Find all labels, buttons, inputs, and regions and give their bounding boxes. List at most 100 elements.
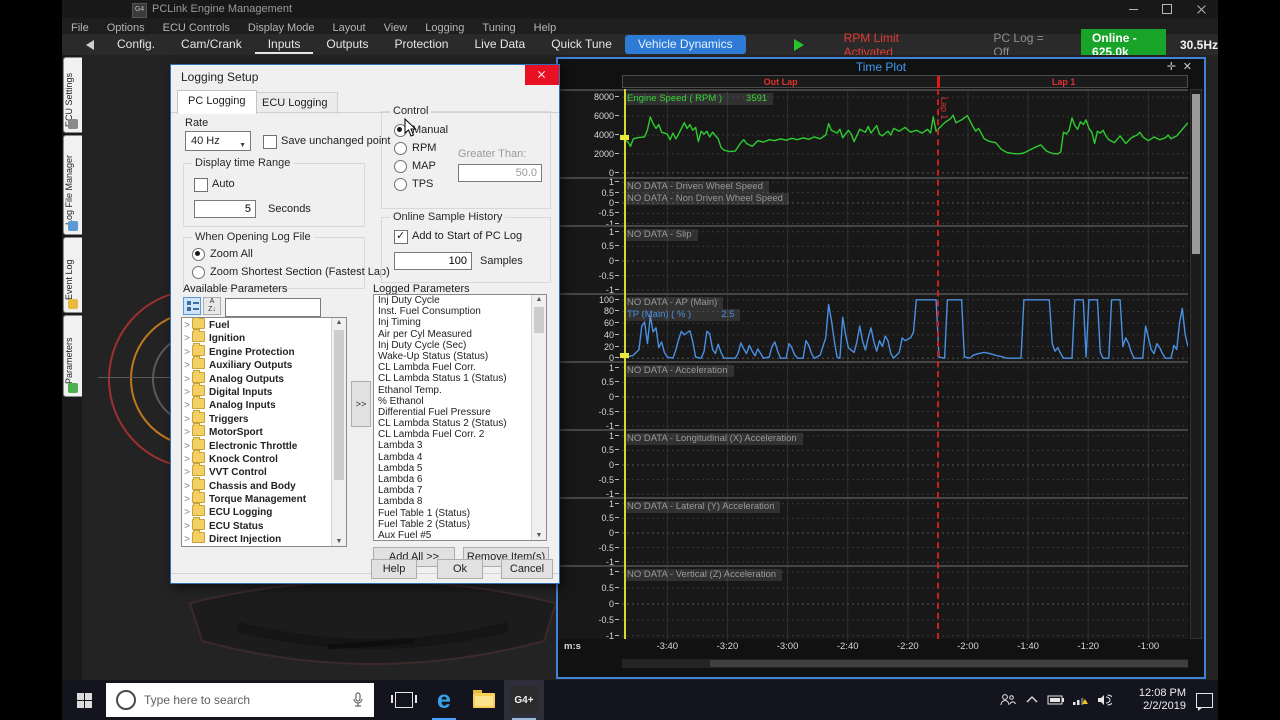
expand-arrow-icon[interactable]: > [182, 520, 192, 533]
expand-arrow-icon[interactable]: > [182, 453, 192, 466]
logged-item-lambda-4[interactable]: Lambda 4 [374, 452, 546, 463]
scroll-up-icon[interactable]: ▲ [332, 319, 346, 326]
logged-item-cl-lambda-status-2-status[interactable]: CL Lambda Status 2 (Status) [374, 418, 546, 429]
control-tps-radio[interactable] [394, 178, 407, 191]
pclink-g4-button[interactable]: G4+ [504, 680, 544, 720]
tree-item-vvt-control[interactable]: >VVT Control [182, 465, 346, 478]
play-icon[interactable] [794, 39, 804, 51]
expand-arrow-icon[interactable]: > [182, 399, 192, 412]
logged-item-aux-fuel-5[interactable]: Aux Fuel #5 [374, 530, 546, 541]
expand-arrow-icon[interactable]: > [182, 466, 192, 479]
tab-live-data[interactable]: Live Data [461, 35, 538, 54]
tree-item-engine-protection[interactable]: >Engine Protection [182, 345, 346, 358]
tree-item-auxiliary-outputs[interactable]: >Auxiliary Outputs [182, 358, 346, 371]
tree-scrollbar[interactable]: ▲ ▼ [331, 318, 346, 546]
logged-item-wake-up-status-status[interactable]: Wake-Up Status (Status) [374, 351, 546, 362]
available-parameters-tree[interactable]: >Fuel>Ignition>Engine Protection>Auxilia… [181, 317, 347, 547]
minimize-button[interactable] [1116, 0, 1150, 18]
zoom-all-radio[interactable] [192, 248, 205, 261]
tree-item-ecu-logging[interactable]: >ECU Logging [182, 505, 346, 518]
file-explorer-button[interactable] [464, 680, 504, 720]
zoom-shortest-radio[interactable] [192, 266, 205, 279]
tree-item-analog-outputs[interactable]: >Analog Outputs [182, 372, 346, 385]
sidebar-tab-log-file-manager[interactable]: Log File Manager [63, 135, 83, 235]
tab-ecu-logging[interactable]: ECU Logging [251, 92, 338, 114]
expand-arrow-icon[interactable]: > [182, 319, 192, 332]
tree-item-electronic-throttle[interactable]: >Electronic Throttle [182, 439, 346, 452]
task-view-button[interactable] [384, 680, 424, 720]
save-unchanged-checkbox[interactable] [263, 135, 277, 149]
logged-item-ethanol[interactable]: % Ethanol [374, 396, 546, 407]
logged-item-ethanol-temp[interactable]: Ethanol Temp. [374, 385, 546, 396]
expand-arrow-icon[interactable]: > [182, 373, 192, 386]
expand-arrow-icon[interactable]: > [182, 413, 192, 426]
logged-item-fuel-table-1-status[interactable]: Fuel Table 1 (Status) [374, 508, 546, 519]
tree-item-ecu-status[interactable]: >ECU Status [182, 519, 346, 532]
expand-arrow-icon[interactable]: > [182, 359, 192, 372]
battery-button[interactable] [1044, 680, 1068, 720]
tree-item-chassis-and-body[interactable]: >Chassis and Body [182, 479, 346, 492]
logged-parameters-list[interactable]: Inj Duty CycleInst. Fuel ConsumptionInj … [373, 294, 547, 541]
logged-item-cl-lambda-fuel-corr-2[interactable]: CL Lambda Fuel Corr. 2 [374, 429, 546, 440]
tree-item-analog-inputs[interactable]: >Analog Inputs [182, 398, 346, 411]
greater-than-input[interactable] [458, 164, 542, 182]
logged-item-lambda-8[interactable]: Lambda 8 [374, 496, 546, 507]
horizontal-scrollbar-thumb[interactable] [710, 660, 1188, 667]
network-button[interactable] [1068, 680, 1092, 720]
logged-item-cl-lambda-status-1-status[interactable]: CL Lambda Status 1 (Status) [374, 373, 546, 384]
expand-arrow-icon[interactable]: > [182, 493, 192, 506]
sidebar-tab-ecu-settings[interactable]: ECU Settings [63, 57, 83, 133]
move-panel-icon[interactable]: ✛ [1167, 60, 1176, 73]
expand-arrow-icon[interactable]: > [182, 426, 192, 439]
expand-arrow-icon[interactable]: > [182, 533, 192, 546]
rate-dropdown[interactable]: 40 Hz▼ [185, 131, 251, 151]
sidebar-tab-event-log[interactable]: Event Log [63, 237, 83, 313]
tab-vehicle-dynamics[interactable]: Vehicle Dynamics [625, 35, 746, 54]
move-selected-button[interactable]: >> [351, 381, 371, 427]
ok-button[interactable]: Ok [437, 559, 483, 579]
expand-arrow-icon[interactable]: > [182, 386, 192, 399]
tree-item-digital-inputs[interactable]: >Digital Inputs [182, 385, 346, 398]
dialog-close-button[interactable] [525, 65, 559, 85]
help-button[interactable]: Help [371, 559, 417, 579]
logged-item-fuel-table-2-status[interactable]: Fuel Table 2 (Status) [374, 519, 546, 530]
logged-item-lambda-7[interactable]: Lambda 7 [374, 485, 546, 496]
logged-item-lambda-5[interactable]: Lambda 5 [374, 463, 546, 474]
volume-button[interactable] [1092, 680, 1116, 720]
scroll-down-icon[interactable]: ▼ [332, 538, 346, 545]
control-rpm-radio[interactable] [394, 142, 407, 155]
tab-outputs[interactable]: Outputs [313, 35, 381, 54]
restore-button[interactable] [1150, 0, 1184, 18]
parameter-search-input[interactable] [225, 298, 321, 317]
taskbar-search[interactable]: Type here to search [106, 683, 374, 717]
tree-item-knock-control[interactable]: >Knock Control [182, 452, 346, 465]
logged-item-lambda-6[interactable]: Lambda 6 [374, 474, 546, 485]
horizontal-scrollbar[interactable] [622, 659, 1188, 668]
vertical-scrollbar[interactable] [1190, 89, 1202, 639]
tab-cam-crank[interactable]: Cam/Crank [168, 35, 255, 54]
logged-item-inst-fuel-consumption[interactable]: Inst. Fuel Consumption [374, 306, 546, 317]
tree-item-fuel[interactable]: >Fuel [182, 318, 346, 331]
tab-pc-logging[interactable]: PC Logging [177, 90, 257, 114]
tab-protection[interactable]: Protection [381, 35, 461, 54]
people-button[interactable] [996, 680, 1020, 720]
category-view-button[interactable] [183, 297, 201, 315]
close-button[interactable] [1184, 0, 1218, 18]
start-button[interactable] [62, 680, 106, 720]
clock[interactable]: 12:08 PM 2/2/2019 [1124, 687, 1186, 713]
sidebar-tab-parameters[interactable]: Parameters [63, 315, 83, 397]
logged-item-inj-duty-cycle[interactable]: Inj Duty Cycle [374, 295, 546, 306]
logged-item-inj-timing[interactable]: Inj Timing [374, 317, 546, 328]
tree-item-torque-management[interactable]: >Torque Management [182, 492, 346, 505]
logged-scrollbar[interactable]: ▲ ▼ [531, 295, 546, 540]
close-panel-icon[interactable]: ✕ [1183, 60, 1192, 73]
expand-arrow-icon[interactable]: > [182, 506, 192, 519]
tab-config[interactable]: Config. [104, 35, 168, 54]
tree-item-triggers[interactable]: >Triggers [182, 412, 346, 425]
logged-item-air-per-cyl-measured[interactable]: Air per Cyl Measured [374, 329, 546, 340]
expand-arrow-icon[interactable]: > [182, 332, 192, 345]
back-arrow-icon[interactable] [86, 40, 94, 50]
tab-quick-tune[interactable]: Quick Tune [538, 35, 625, 54]
scroll-up-icon[interactable]: ▲ [532, 296, 546, 303]
edge-button[interactable]: e [424, 680, 464, 720]
